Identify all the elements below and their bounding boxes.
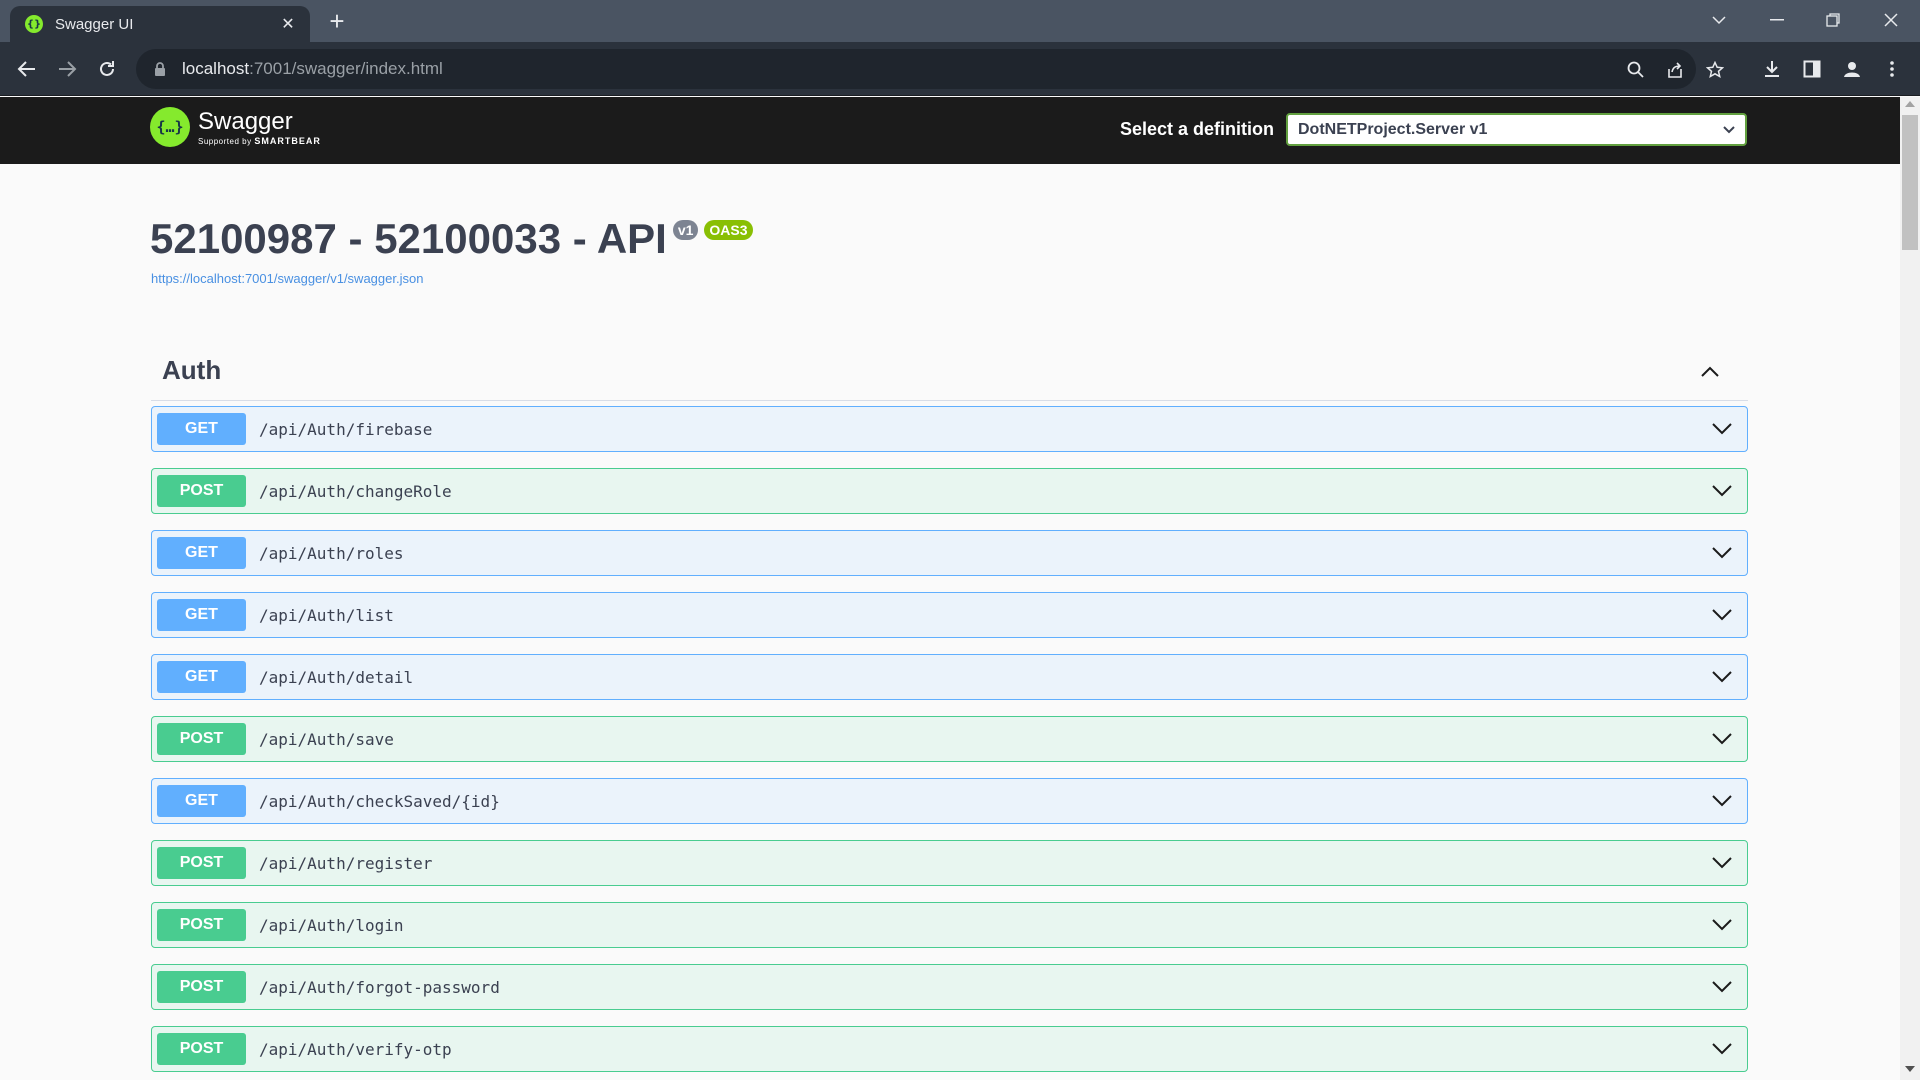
lock-icon[interactable] xyxy=(150,59,170,79)
new-tab-button[interactable]: + xyxy=(322,8,352,36)
url-text: localhost:7001/swagger/index.html xyxy=(182,59,443,78)
definition-value: DotNETProject.Server v1 xyxy=(1298,120,1488,138)
chevron-down-icon[interactable] xyxy=(1710,417,1734,441)
chevron-down-icon[interactable] xyxy=(1710,851,1734,875)
operation-row[interactable]: GET/api/Auth/firebase xyxy=(151,406,1748,452)
menu-dots-icon[interactable] xyxy=(1879,56,1905,82)
browser-tab[interactable]: {} Swagger UI ✕ xyxy=(10,6,310,42)
operation-row[interactable]: GET/api/Auth/roles xyxy=(151,530,1748,576)
share-icon[interactable] xyxy=(1663,58,1687,82)
chevron-down-icon xyxy=(1723,125,1735,133)
operation-path: /api/Auth/register xyxy=(259,853,433,873)
method-badge: GET xyxy=(157,599,246,631)
definition-label: Select a definition xyxy=(1120,119,1275,139)
tag-name: Auth xyxy=(162,355,222,385)
definition-select[interactable]: DotNETProject.Server v1 xyxy=(1286,113,1747,146)
chevron-down-icon[interactable] xyxy=(1710,665,1734,689)
method-badge: GET xyxy=(157,413,246,445)
swagger-favicon-icon: {} xyxy=(25,15,43,33)
tab-title: Swagger UI xyxy=(55,15,134,33)
operation-path: /api/Auth/verify-otp xyxy=(259,1039,452,1059)
api-title-block: 52100987 - 52100033 - API v1 OAS3 xyxy=(150,215,753,263)
swagger-topbar: {…} Swagger Supported by SMARTBEAR Selec… xyxy=(0,97,1900,164)
method-badge: POST xyxy=(157,1033,246,1065)
minimize-button[interactable] xyxy=(1750,0,1804,40)
zoom-icon[interactable] xyxy=(1624,58,1648,82)
restore-button[interactable] xyxy=(1806,0,1860,40)
close-tab-icon[interactable]: ✕ xyxy=(278,14,298,34)
address-bar[interactable]: localhost:7001/swagger/index.html xyxy=(136,49,1724,89)
operation-row[interactable]: POST/api/Auth/save xyxy=(151,716,1748,762)
method-badge: GET xyxy=(157,661,246,693)
chevron-down-icon[interactable] xyxy=(1710,1037,1734,1061)
operation-path: /api/Auth/save xyxy=(259,729,394,749)
back-arrow-icon[interactable] xyxy=(10,52,44,86)
chevron-down-icon[interactable] xyxy=(1710,479,1734,503)
download-icon[interactable] xyxy=(1759,56,1785,82)
chevron-down-icon[interactable] xyxy=(1710,541,1734,565)
operation-row[interactable]: POST/api/Auth/forgot-password xyxy=(151,964,1748,1010)
scroll-down-arrow-icon[interactable] xyxy=(1905,1066,1915,1072)
chevron-down-icon[interactable] xyxy=(1710,975,1734,999)
browser-tab-strip: {} Swagger UI ✕ + xyxy=(0,0,1920,42)
logo-name: Swagger xyxy=(198,107,293,135)
operation-row[interactable]: POST/api/Auth/verify-otp xyxy=(151,1026,1748,1072)
operation-path: /api/Auth/forgot-password xyxy=(259,977,500,997)
chevron-up-icon[interactable] xyxy=(1698,360,1722,384)
method-badge: POST xyxy=(157,909,246,941)
operation-path: /api/Auth/changeRole xyxy=(259,481,452,501)
chevron-down-icon[interactable] xyxy=(1710,603,1734,627)
operation-path: /api/Auth/firebase xyxy=(259,419,433,439)
operation-row[interactable]: GET/api/Auth/checkSaved/{id} xyxy=(151,778,1748,824)
operation-path: /api/Auth/roles xyxy=(259,543,404,563)
operation-row[interactable]: GET/api/Auth/detail xyxy=(151,654,1748,700)
side-panel-icon[interactable] xyxy=(1799,56,1825,82)
operation-path: /api/Auth/checkSaved/{id} xyxy=(259,791,500,811)
forward-arrow-icon[interactable] xyxy=(50,52,84,86)
operation-path: /api/Auth/login xyxy=(259,915,404,935)
swagger-logo[interactable]: {…} Swagger Supported by SMARTBEAR xyxy=(150,107,321,147)
operation-row[interactable]: GET/api/Auth/list xyxy=(151,592,1748,638)
chevron-down-icon[interactable] xyxy=(1710,789,1734,813)
chevron-down-icon[interactable] xyxy=(1710,913,1734,937)
operation-row[interactable]: POST/api/Auth/register xyxy=(151,840,1748,886)
tag-header-auth[interactable]: Auth xyxy=(151,345,1748,401)
spec-url-link[interactable]: https://localhost:7001/swagger/v1/swagge… xyxy=(151,271,423,286)
operation-row[interactable]: POST/api/Auth/changeRole xyxy=(151,468,1748,514)
oas-badge: OAS3 xyxy=(704,220,753,240)
operation-path: /api/Auth/list xyxy=(259,605,394,625)
swagger-logo-icon: {…} xyxy=(150,107,190,147)
chevron-down-icon[interactable] xyxy=(1710,727,1734,751)
bookmark-star-icon[interactable] xyxy=(1703,58,1727,82)
method-badge: GET xyxy=(157,537,246,569)
operations-list: GET/api/Auth/firebase POST/api/Auth/chang… xyxy=(151,406,1748,1080)
method-badge: GET xyxy=(157,785,246,817)
tab-search-icon[interactable] xyxy=(1692,0,1746,40)
scrollbar-thumb[interactable] xyxy=(1902,115,1918,250)
close-window-button[interactable] xyxy=(1864,0,1918,40)
api-title: 52100987 - 52100033 - API xyxy=(150,215,667,262)
browser-toolbar: localhost:7001/swagger/index.html xyxy=(0,42,1920,96)
method-badge: POST xyxy=(157,475,246,507)
operation-path: /api/Auth/detail xyxy=(259,667,414,687)
profile-icon[interactable] xyxy=(1839,56,1865,82)
method-badge: POST xyxy=(157,723,246,755)
operation-row[interactable]: POST/api/Auth/login xyxy=(151,902,1748,948)
method-badge: POST xyxy=(157,847,246,879)
method-badge: POST xyxy=(157,971,246,1003)
logo-subtitle: Supported by SMARTBEAR xyxy=(198,135,321,146)
scroll-up-arrow-icon[interactable] xyxy=(1905,101,1915,107)
reload-icon[interactable] xyxy=(90,52,124,86)
version-badge: v1 xyxy=(672,220,699,240)
